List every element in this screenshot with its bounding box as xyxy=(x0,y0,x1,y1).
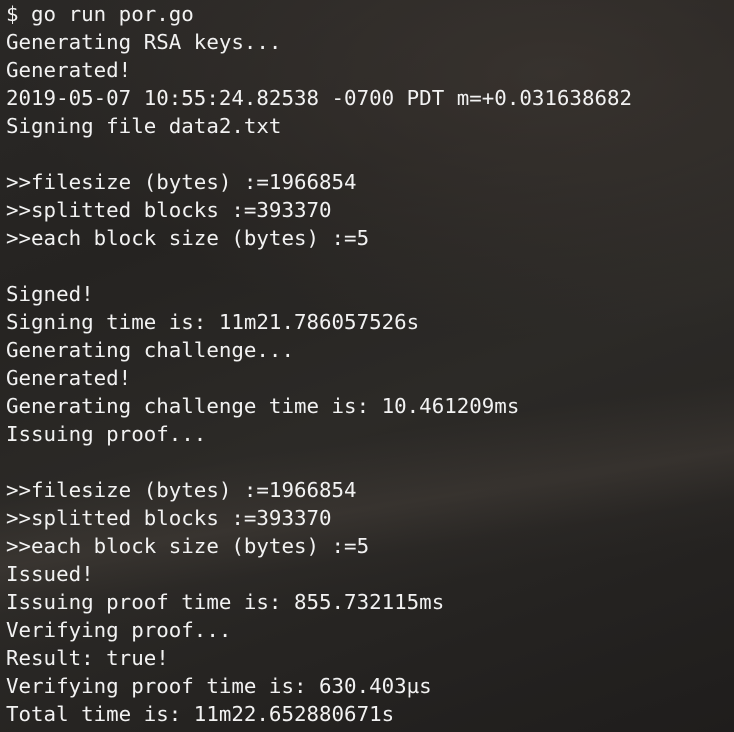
output-line: Verifying proof... xyxy=(6,618,232,642)
output-line: >>splitted blocks :=393370 xyxy=(6,506,332,530)
output-line: >>filesize (bytes) :=1966854 xyxy=(6,170,357,194)
output-line: Generating RSA keys... xyxy=(6,30,282,54)
output-line: Signing time is: 11m21.786057526s xyxy=(6,310,420,334)
terminal-output: $ go run por.go Generating RSA keys... G… xyxy=(6,0,734,728)
output-line: >>splitted blocks :=393370 xyxy=(6,198,332,222)
output-line: Generated! xyxy=(6,58,132,82)
output-line: Generated! xyxy=(6,366,132,390)
output-line: Result: true! xyxy=(6,646,169,670)
output-line: Issuing proof time is: 855.732115ms xyxy=(6,590,445,614)
output-line: Generating challenge... xyxy=(6,338,294,362)
output-line: Issued! xyxy=(6,562,94,586)
output-line: Signed! xyxy=(6,282,94,306)
output-line: Signing file data2.txt xyxy=(6,114,282,138)
output-line: Generating challenge time is: 10.461209m… xyxy=(6,394,520,418)
output-line: >>each block size (bytes) :=5 xyxy=(6,534,370,558)
output-line: >>each block size (bytes) :=5 xyxy=(6,226,370,250)
output-line: Issuing proof... xyxy=(6,422,207,446)
output-line: >>filesize (bytes) :=1966854 xyxy=(6,478,357,502)
output-line: Total time is: 11m22.652880671s xyxy=(6,702,395,726)
terminal-window[interactable]: $ go run por.go Generating RSA keys... G… xyxy=(0,0,734,732)
command-line: $ go run por.go xyxy=(6,2,194,26)
output-line: Verifying proof time is: 630.403µs xyxy=(6,674,432,698)
output-line: 2019-05-07 10:55:24.82538 -0700 PDT m=+0… xyxy=(6,86,633,110)
